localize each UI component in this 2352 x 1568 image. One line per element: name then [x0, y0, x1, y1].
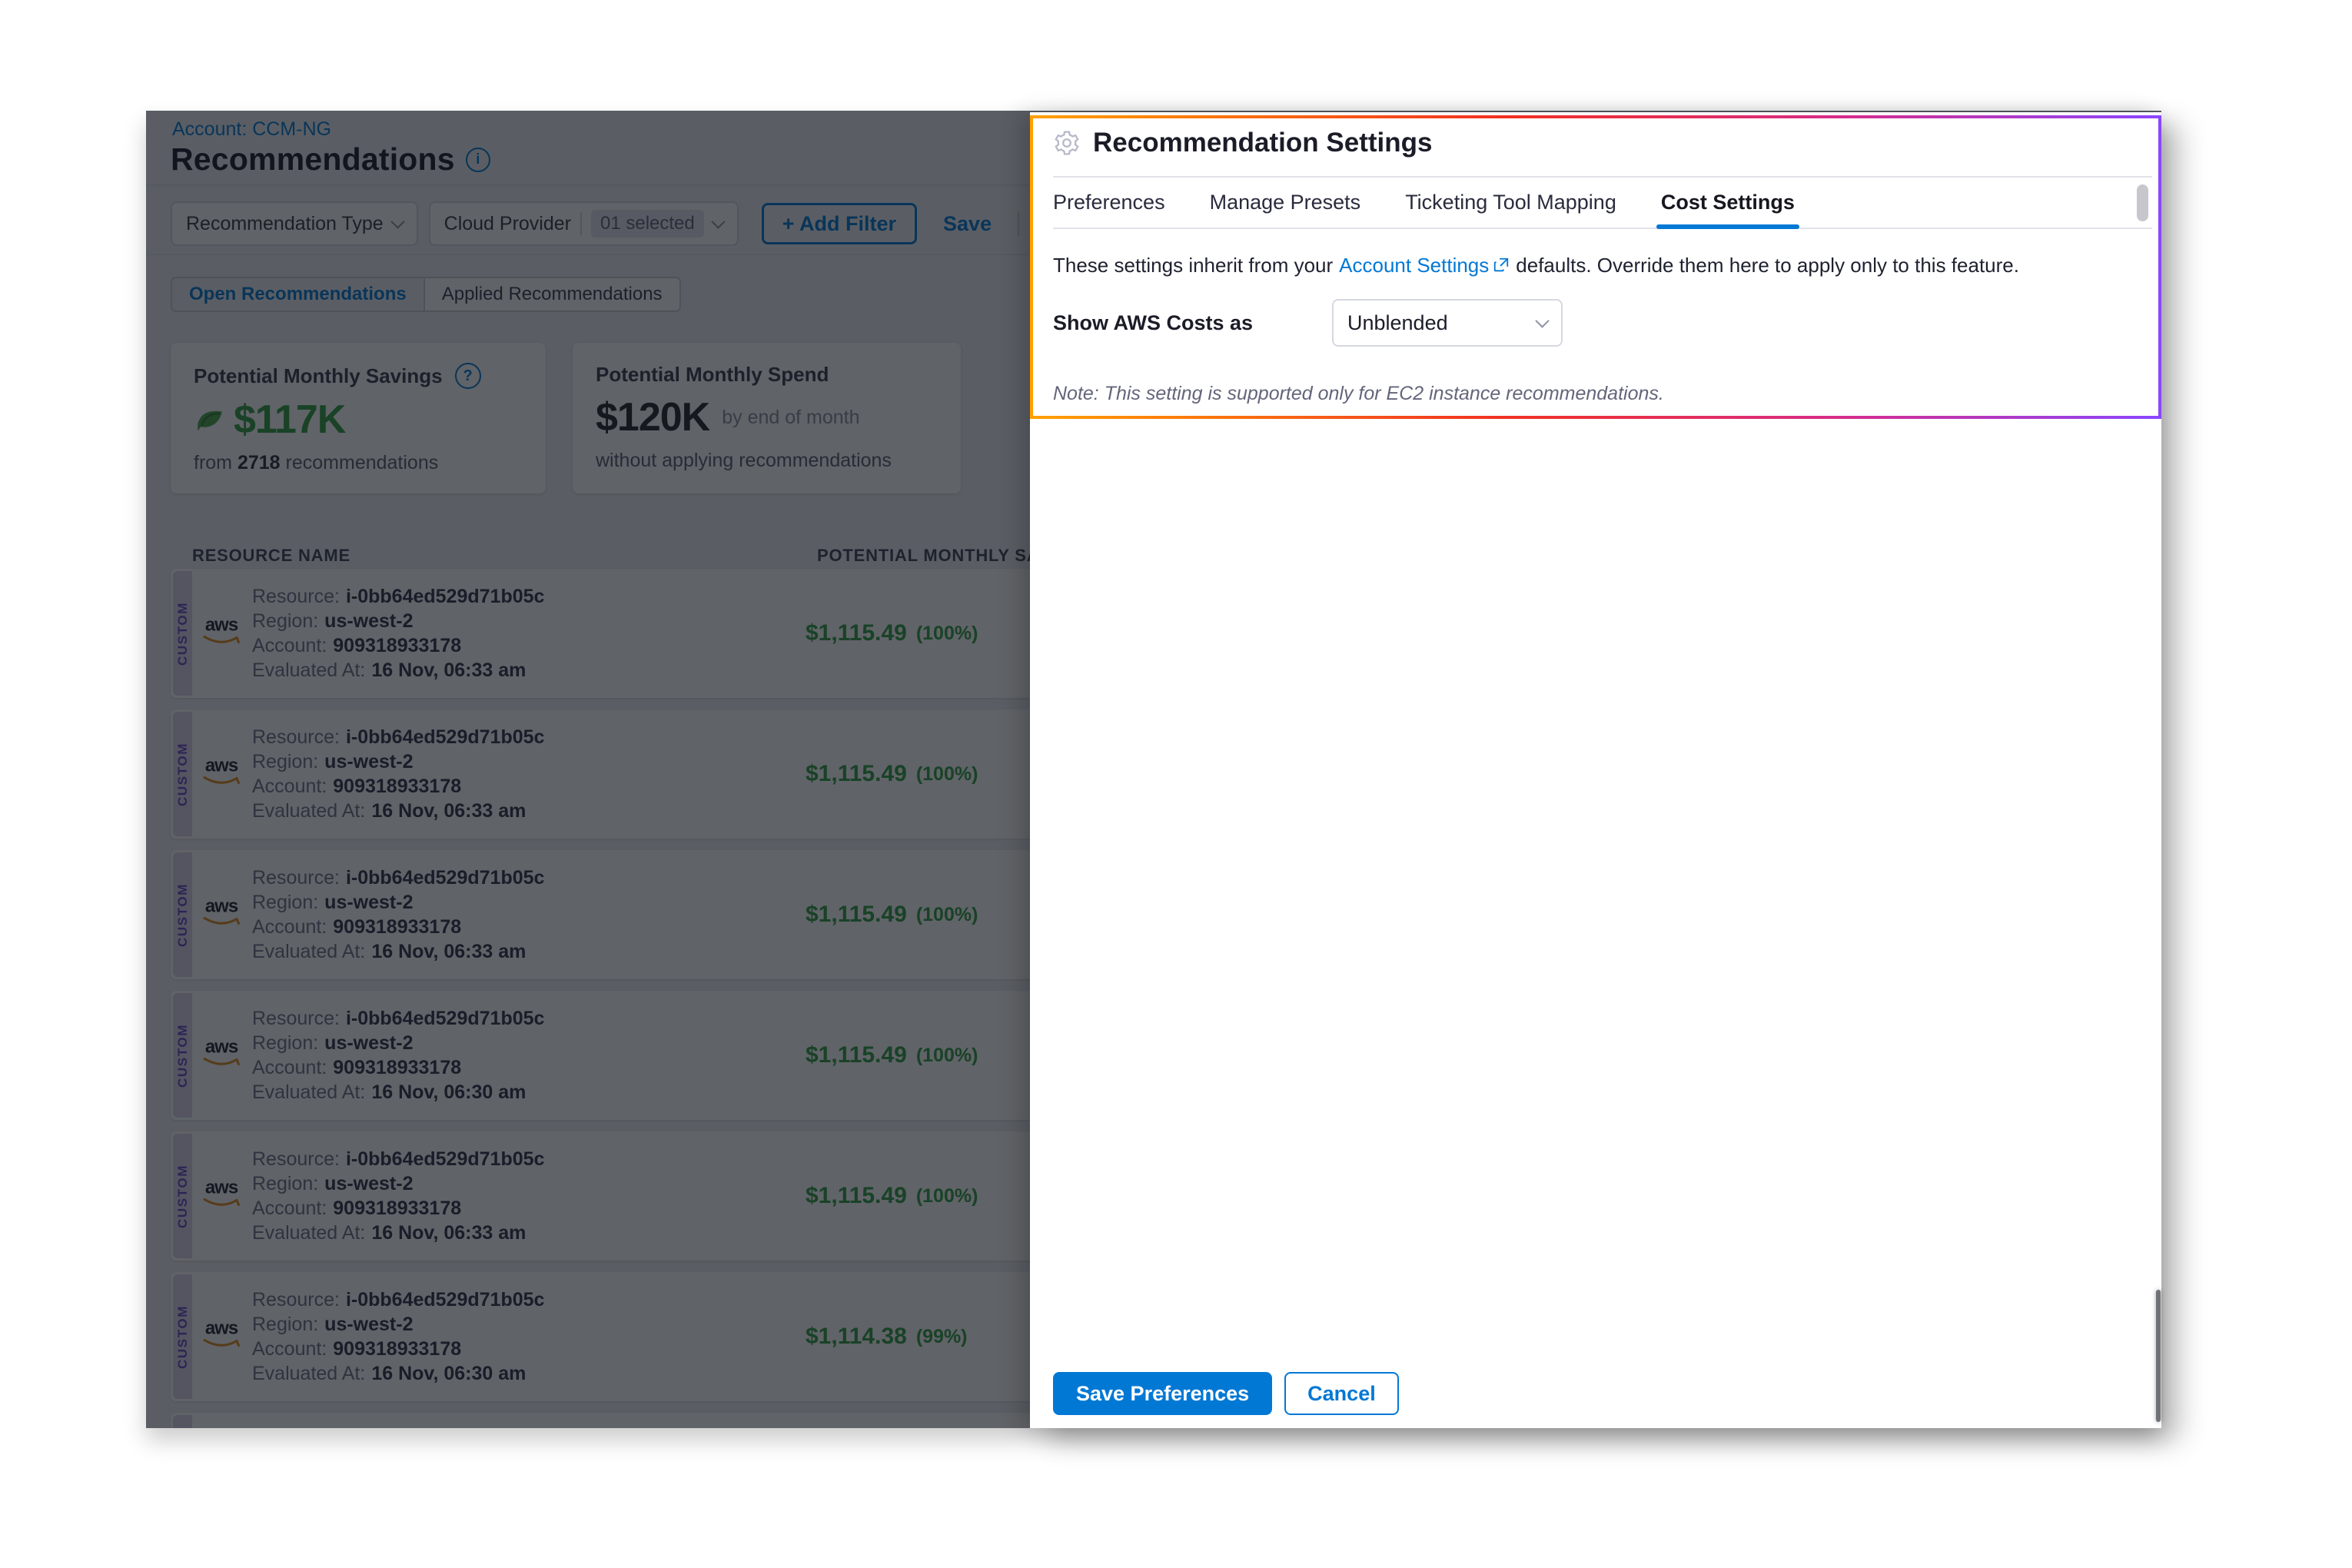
- gear-icon: [1053, 129, 1081, 157]
- description-suffix: defaults. Override them here to apply on…: [1516, 254, 2019, 277]
- tab-manage-presets[interactable]: Manage Presets: [1210, 178, 1361, 228]
- account-settings-link-label: Account Settings: [1339, 254, 1489, 277]
- show-aws-costs-label: Show AWS Costs as: [1053, 311, 1332, 335]
- cancel-button[interactable]: Cancel: [1284, 1372, 1399, 1415]
- ec2-note: Note: This setting is supported only for…: [1053, 383, 1664, 405]
- drawer-footer: Save Preferences Cancel: [1053, 1372, 1399, 1415]
- drawer-tab-bar: Preferences Manage Presets Ticketing Too…: [1053, 176, 2152, 229]
- drawer-title: Recommendation Settings: [1093, 128, 1432, 158]
- account-settings-link[interactable]: Account Settings: [1339, 254, 1510, 277]
- external-link-icon: [1493, 257, 1510, 274]
- recommendation-settings-drawer: Recommendation Settings Preferences Mana…: [1030, 112, 2161, 1428]
- aws-cost-type-value: Unblended: [1347, 311, 1448, 335]
- chevron-down-icon: [1535, 314, 1549, 327]
- drawer-scrollbar-thumb[interactable]: [2156, 1290, 2161, 1422]
- tab-cost-settings[interactable]: Cost Settings: [1661, 178, 1795, 228]
- tab-preferences[interactable]: Preferences: [1053, 178, 1165, 228]
- save-preferences-button[interactable]: Save Preferences: [1053, 1372, 1272, 1415]
- active-tab-underline: [1656, 224, 1799, 229]
- aws-cost-type-select[interactable]: Unblended: [1332, 299, 1563, 347]
- drawer-header: Recommendation Settings: [1053, 128, 1432, 158]
- description-prefix: These settings inherit from your: [1053, 254, 1333, 277]
- screenshot-canvas: Account: CCM-NG Recommendations i Recomm…: [0, 0, 2352, 1568]
- settings-description: These settings inherit from your Account …: [1053, 254, 2108, 277]
- tabbar-scrollbar-thumb[interactable]: [2137, 184, 2148, 221]
- show-aws-costs-field: Show AWS Costs as Unblended: [1053, 299, 1563, 347]
- tab-cost-settings-label: Cost Settings: [1661, 191, 1795, 214]
- tab-ticketing-tool-mapping[interactable]: Ticketing Tool Mapping: [1405, 178, 1616, 228]
